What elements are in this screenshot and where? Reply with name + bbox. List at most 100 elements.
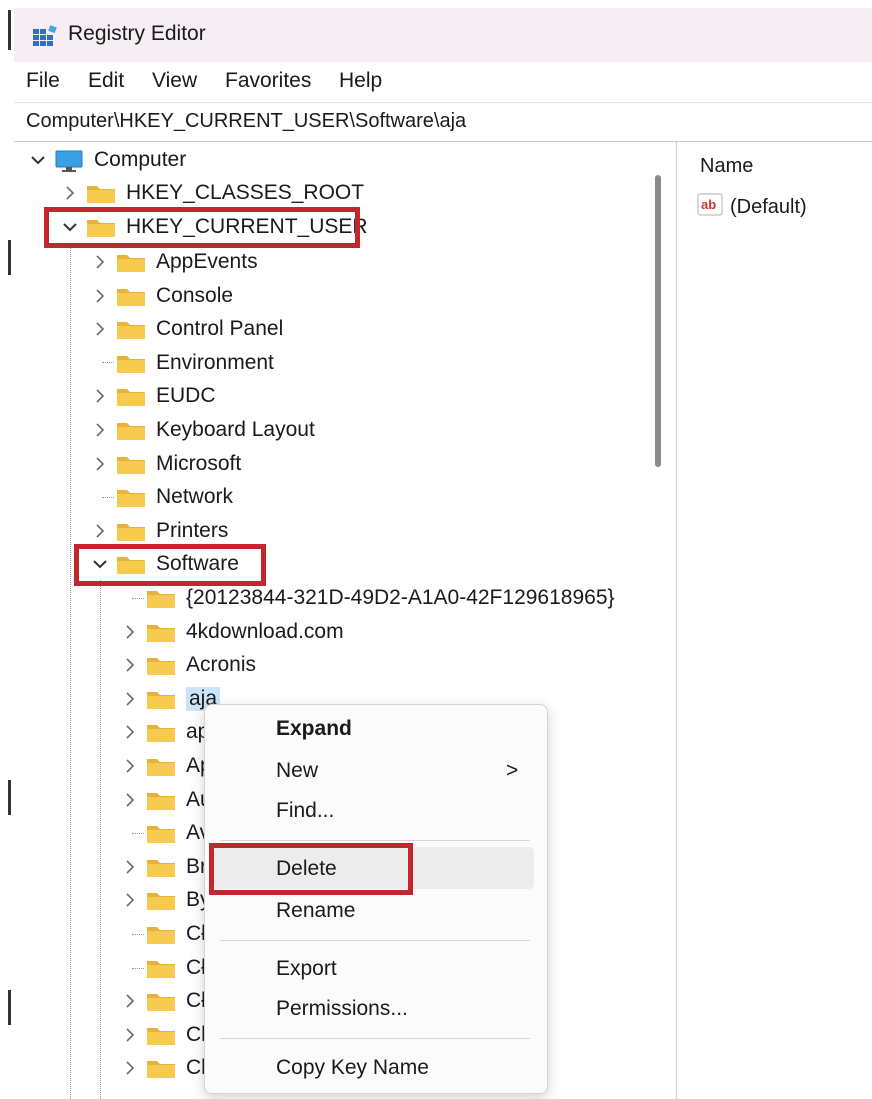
menu-edit[interactable]: Edit: [88, 69, 124, 93]
tree-node-7-hkcu[interactable]: Network: [92, 482, 233, 512]
tree-node-8-hkcu[interactable]: Printers: [92, 516, 228, 546]
menu-item-expand[interactable]: Expand: [276, 717, 352, 741]
folder-icon: [146, 789, 176, 811]
menu-item-export[interactable]: Export: [276, 957, 337, 981]
tree-node-hkcr[interactable]: HKEY_CLASSES_ROOT: [62, 178, 364, 208]
column-header-name[interactable]: Name: [700, 155, 753, 178]
folder-icon: [146, 721, 176, 743]
chevron-right-icon[interactable]: [122, 657, 138, 673]
submenu-arrow-icon: >: [506, 759, 519, 782]
tree-node-software-child[interactable]: {20123844-321D-49D2-A1A0-42F129618965}: [122, 583, 615, 613]
tree-node-software-child[interactable]: 4kdownload.com: [122, 617, 344, 647]
tree-node-label: Microsoft: [156, 451, 242, 475]
tree-node-software-child[interactable]: Au: [122, 785, 212, 815]
chevron-right-icon[interactable]: [92, 254, 108, 270]
tree-node-label: Network: [156, 485, 234, 509]
menu-bar: [14, 62, 872, 103]
folder-icon: [146, 957, 176, 979]
folder-icon: [116, 486, 146, 508]
tree-node-software-child[interactable]: Cł: [122, 986, 206, 1016]
tree-node-label: Cł: [186, 922, 206, 945]
chevron-down-icon[interactable]: [30, 152, 46, 168]
folder-icon: [146, 990, 176, 1012]
chevron-right-icon[interactable]: [92, 456, 108, 472]
context-menu: [204, 704, 548, 1094]
folder-icon: [146, 587, 176, 609]
tree-node-5-hkcu[interactable]: Keyboard Layout: [92, 415, 315, 445]
tree-node-label: {20123844-321D-49D2-A1A0-42F129618965}: [186, 586, 615, 609]
menu-item-find[interactable]: Find...: [276, 799, 334, 823]
chevron-right-icon[interactable]: [122, 1027, 138, 1043]
values-pane[interactable]: [684, 142, 872, 1099]
chevron-right-icon[interactable]: [92, 523, 108, 539]
chevron-right-icon[interactable]: [122, 724, 138, 740]
tree-node-software-child[interactable]: Cł: [122, 953, 206, 983]
registry-editor-icon: [32, 24, 60, 48]
chevron-right-icon[interactable]: [122, 993, 138, 1009]
tree-node-software-child[interactable]: Cl: [122, 1053, 206, 1083]
tree-node-software-child[interactable]: Acronis: [122, 650, 256, 680]
tree-node-label: EUDC: [156, 384, 216, 408]
tree-node-0-hkcu[interactable]: AppEvents: [92, 247, 258, 277]
tree-node-software-child[interactable]: Ap: [122, 751, 212, 781]
menu-favorites[interactable]: Favorites: [225, 69, 311, 93]
tree-node-software-child[interactable]: Av: [122, 818, 210, 848]
tree-node-software-child[interactable]: ap: [122, 717, 209, 747]
value-default[interactable]: (Default): [730, 196, 807, 219]
tree-node-label: Computer: [94, 148, 187, 171]
highlight-box-software: [74, 544, 266, 586]
chevron-right-icon[interactable]: [122, 892, 138, 908]
tree-node-label: AppEvents: [156, 250, 258, 273]
tree-node-1-hkcu[interactable]: Console: [92, 281, 233, 311]
menu-separator: [220, 840, 530, 841]
tree-node-4-hkcu[interactable]: EUDC: [92, 381, 216, 411]
menu-help[interactable]: Help: [339, 69, 382, 93]
menu-item-new[interactable]: New: [276, 759, 318, 783]
chevron-right-icon[interactable]: [122, 691, 138, 707]
folder-icon: [116, 352, 146, 374]
folder-icon: [116, 285, 146, 307]
chevron-right-icon[interactable]: [122, 758, 138, 774]
tree-scrollbar-thumb[interactable]: [655, 175, 661, 467]
tree-node-label: Printers: [156, 518, 229, 542]
menu-view[interactable]: View: [152, 69, 197, 93]
chevron-right-icon[interactable]: [122, 1060, 138, 1076]
tree-node-label: HKEY_CLASSES_ROOT: [126, 181, 365, 204]
menu-item-copy-key-name[interactable]: Copy Key Name: [276, 1056, 429, 1080]
folder-icon: [146, 923, 176, 945]
highlight-box-delete: [209, 843, 413, 895]
chevron-right-icon[interactable]: [122, 792, 138, 808]
chevron-right-icon[interactable]: [122, 859, 138, 875]
menu-item-permissions[interactable]: Permissions...: [276, 997, 408, 1021]
chevron-right-icon[interactable]: [92, 388, 108, 404]
chevron-right-icon[interactable]: [92, 321, 108, 337]
tree-node-software-child[interactable]: Br: [122, 852, 207, 882]
menu-item-rename[interactable]: Rename: [276, 899, 355, 923]
chevron-right-icon[interactable]: [92, 288, 108, 304]
folder-icon: [146, 822, 176, 844]
chevron-right-icon[interactable]: [92, 422, 108, 438]
tree-node-software-child[interactable]: Cl: [122, 1020, 206, 1050]
menu-file[interactable]: File: [26, 69, 60, 93]
folder-icon: [116, 318, 146, 340]
tree-node-3-hkcu[interactable]: Environment: [92, 348, 274, 378]
folder-icon: [116, 453, 146, 475]
tree-node-6-hkcu[interactable]: Microsoft: [92, 449, 241, 479]
tree-node-computer[interactable]: Computer: [30, 145, 186, 175]
tree-node-2-hkcu[interactable]: Control Panel: [92, 314, 283, 344]
tree-node-label: Cl: [186, 1022, 206, 1046]
chevron-right-icon[interactable]: [62, 185, 78, 201]
folder-icon: [116, 385, 146, 407]
string-value-icon: ab: [697, 193, 725, 217]
folder-icon: [146, 755, 176, 777]
chevron-right-icon[interactable]: [122, 624, 138, 640]
folder-icon: [146, 688, 176, 710]
tree-node-label: Environment: [156, 350, 274, 374]
tree-node-software-child[interactable]: Cł: [122, 919, 206, 949]
address-path[interactable]: Computer\HKEY_CURRENT_USER\Software\aja: [26, 110, 466, 133]
tree-node-software-child[interactable]: By: [122, 885, 211, 915]
